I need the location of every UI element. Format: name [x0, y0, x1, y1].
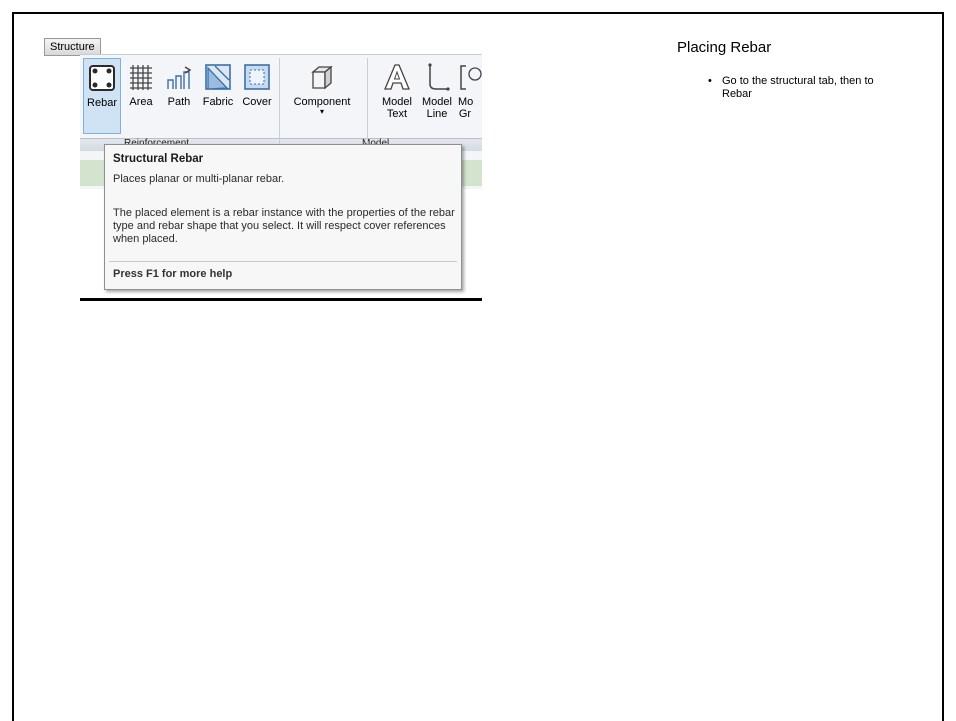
component-icon	[311, 65, 333, 90]
rebar-icon	[89, 65, 115, 91]
path-button[interactable]: Path	[162, 58, 196, 108]
screenshot-bottom-rule	[80, 298, 482, 301]
rebar-button[interactable]: Rebar	[83, 58, 121, 134]
tooltip-divider	[109, 261, 457, 262]
path-icon	[167, 66, 192, 89]
slide-bullet: • Go to the structural tab, then to Reba…	[708, 75, 882, 101]
model-line-button[interactable]: Model Line	[418, 58, 456, 120]
fabric-label: Fabric	[202, 96, 234, 108]
tooltip-summary: Places planar or multi-planar rebar.	[113, 173, 285, 185]
tooltip-title: Structural Rebar	[113, 153, 204, 165]
component-button[interactable]: Component ▾	[287, 58, 357, 116]
model-group-label: Mo Gr	[458, 96, 474, 120]
model-group-icon	[460, 65, 482, 90]
area-label: Area	[129, 96, 153, 108]
fabric-icon	[205, 64, 231, 90]
cover-button[interactable]: Cover	[239, 58, 275, 108]
model-text-button[interactable]: Model Text	[378, 58, 416, 120]
model-line-icon	[428, 63, 450, 91]
model-group-button[interactable]: Mo Gr	[458, 58, 482, 120]
cover-label: Cover	[242, 96, 272, 108]
slide-title: Placing Rebar	[677, 39, 772, 56]
model-text-icon	[384, 64, 410, 90]
tooltip-description: The placed element is a rebar instance w…	[113, 207, 455, 245]
rebar-label: Rebar	[87, 97, 117, 109]
fabric-button[interactable]: Fabric	[199, 58, 237, 108]
tooltip-help-hint: Press F1 for more help	[113, 268, 233, 280]
dropdown-arrow-icon: ▾	[319, 107, 324, 116]
model-line-label: Model Line	[422, 96, 452, 120]
path-label: Path	[167, 96, 191, 108]
panel-divider	[367, 58, 368, 150]
area-button[interactable]: Area	[124, 58, 158, 108]
area-grid-icon	[130, 65, 152, 90]
bullet-text: Go to the structural tab, then to Rebar	[722, 75, 874, 100]
tooltip: Structural Rebar Places planar or multi-…	[104, 144, 462, 290]
cover-icon	[244, 64, 270, 90]
panel-divider	[279, 58, 280, 150]
bullet-dot-icon: •	[708, 75, 712, 87]
model-text-label: Model Text	[382, 96, 412, 120]
